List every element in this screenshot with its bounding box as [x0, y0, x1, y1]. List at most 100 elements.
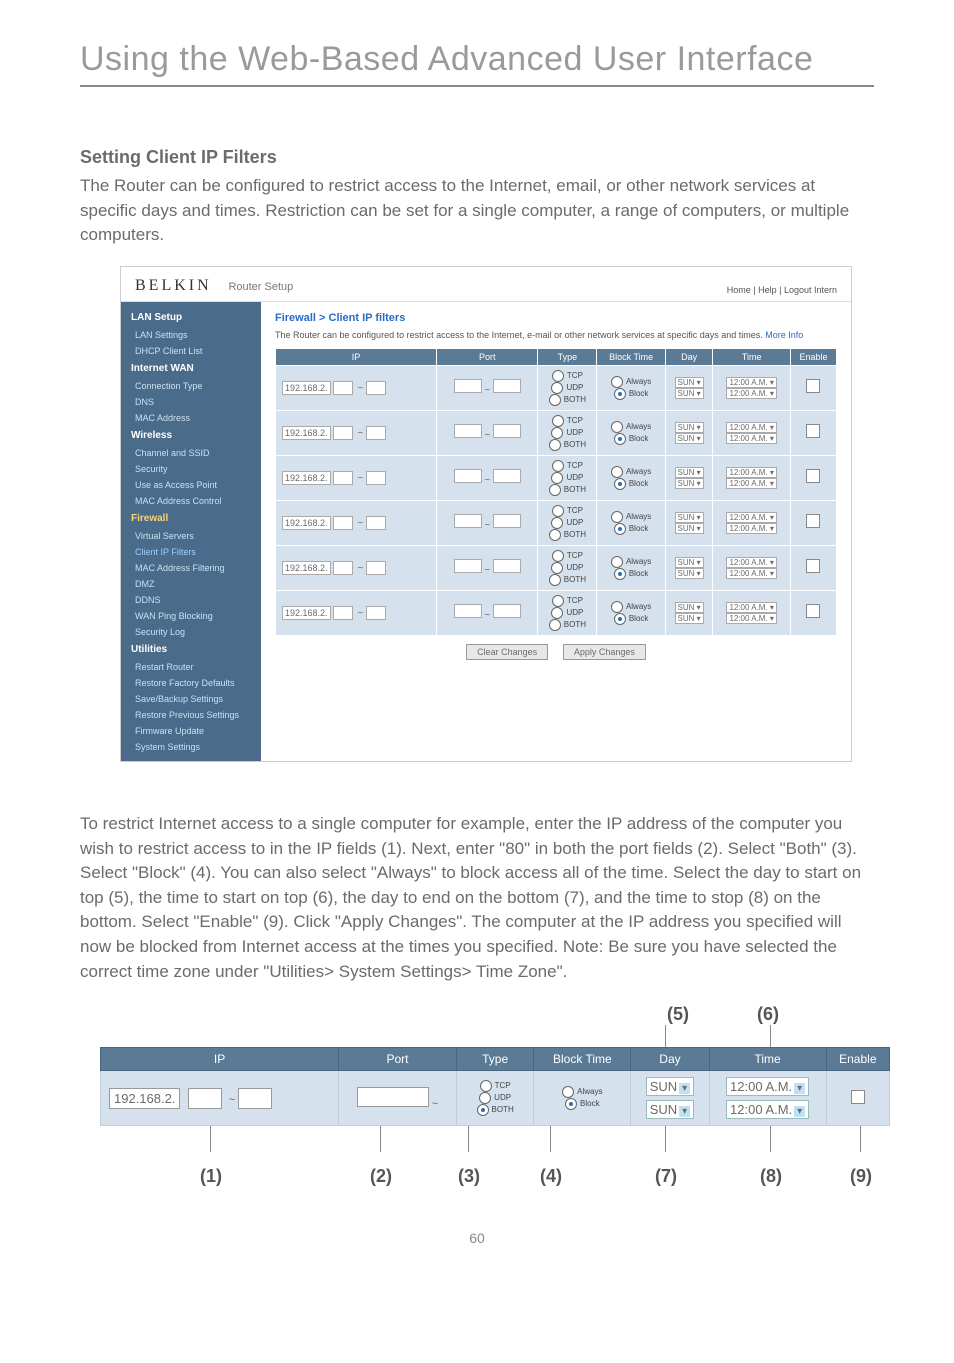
type-radio[interactable] [551, 382, 563, 394]
time-select[interactable]: 12:00 A.M. ▾ [726, 433, 776, 444]
time-select[interactable]: 12:00 A.M. ▾ [726, 557, 776, 568]
ip-input[interactable] [333, 516, 353, 530]
ip-input[interactable] [333, 381, 353, 395]
day-select[interactable]: SUN ▾ [675, 613, 704, 624]
type-radio[interactable] [551, 562, 563, 574]
sidebar-item[interactable]: DMZ [121, 576, 261, 592]
type-radio[interactable] [549, 484, 561, 496]
sidebar-item[interactable]: Client IP Filters [121, 544, 261, 560]
port-input[interactable] [454, 514, 482, 528]
port-input[interactable] [454, 379, 482, 393]
ip-input[interactable] [366, 471, 386, 485]
port-input[interactable] [454, 604, 482, 618]
time-select[interactable]: 12:00 A.M. ▾ [726, 523, 776, 534]
sidebar-item[interactable]: Use as Access Point [121, 477, 261, 493]
time-select[interactable]: 12:00 A.M. ▾ [726, 478, 776, 489]
block-radio[interactable] [614, 478, 626, 490]
port-input[interactable] [493, 379, 521, 393]
day-select[interactable]: SUN ▾ [675, 557, 704, 568]
port-input[interactable] [493, 559, 521, 573]
block-block-radio[interactable] [565, 1098, 577, 1110]
day-select[interactable]: SUN ▾ [675, 388, 704, 399]
day-select[interactable]: SUN ▾ [675, 433, 704, 444]
time-end-select[interactable]: 12:00 A.M.▾ [726, 1100, 809, 1119]
sidebar-item[interactable]: DHCP Client List [121, 343, 261, 359]
day-select[interactable]: SUN ▾ [675, 512, 704, 523]
sidebar-item[interactable]: DDNS [121, 592, 261, 608]
port-input[interactable] [493, 424, 521, 438]
type-radio[interactable] [549, 394, 561, 406]
type-radio[interactable] [551, 517, 563, 529]
enable-checkbox[interactable] [806, 379, 820, 393]
type-radio[interactable] [552, 595, 564, 607]
port-start-input[interactable] [357, 1087, 429, 1107]
ip-end-input[interactable] [238, 1088, 272, 1109]
enable-checkbox[interactable] [806, 559, 820, 573]
type-radio[interactable] [549, 619, 561, 631]
day-select[interactable]: SUN ▾ [675, 602, 704, 613]
sidebar-item[interactable]: MAC Address Filtering [121, 560, 261, 576]
ip-input[interactable] [333, 471, 353, 485]
type-radio[interactable] [549, 439, 561, 451]
clear-changes-button[interactable]: Clear Changes [466, 644, 548, 660]
type-radio[interactable] [551, 427, 563, 439]
type-radio[interactable] [552, 460, 564, 472]
day-select[interactable]: SUN ▾ [675, 422, 704, 433]
enable-checkbox[interactable] [806, 469, 820, 483]
type-radio[interactable] [552, 370, 564, 382]
time-select[interactable]: 12:00 A.M. ▾ [726, 467, 776, 478]
day-select[interactable]: SUN ▾ [675, 377, 704, 388]
sidebar-item[interactable]: Channel and SSID [121, 445, 261, 461]
type-radio[interactable] [552, 550, 564, 562]
type-udp-radio[interactable] [479, 1092, 491, 1104]
port-input[interactable] [493, 604, 521, 618]
day-select[interactable]: SUN ▾ [675, 568, 704, 579]
port-input[interactable] [454, 559, 482, 573]
sidebar-item[interactable]: Virtual Servers [121, 528, 261, 544]
port-input[interactable] [493, 469, 521, 483]
type-radio[interactable] [551, 607, 563, 619]
time-select[interactable]: 12:00 A.M. ▾ [726, 377, 776, 388]
type-radio[interactable] [552, 505, 564, 517]
block-radio[interactable] [611, 511, 623, 523]
ip-input[interactable] [366, 606, 386, 620]
sidebar-item[interactable]: MAC Address Control [121, 493, 261, 509]
sidebar-item[interactable]: DNS [121, 394, 261, 410]
block-radio[interactable] [614, 613, 626, 625]
sidebar-item[interactable]: System Settings [121, 739, 261, 755]
ip-input[interactable] [333, 426, 353, 440]
type-radio[interactable] [551, 472, 563, 484]
time-select[interactable]: 12:00 A.M. ▾ [726, 422, 776, 433]
block-radio[interactable] [611, 466, 623, 478]
block-radio[interactable] [611, 421, 623, 433]
block-radio[interactable] [614, 388, 626, 400]
block-radio[interactable] [611, 556, 623, 568]
day-end-select[interactable]: SUN▾ [646, 1100, 694, 1119]
time-select[interactable]: 12:00 A.M. ▾ [726, 512, 776, 523]
sidebar-item[interactable]: Restart Router [121, 659, 261, 675]
day-select[interactable]: SUN ▾ [675, 523, 704, 534]
block-radio[interactable] [611, 376, 623, 388]
ip-input[interactable] [333, 561, 353, 575]
type-radio[interactable] [549, 529, 561, 541]
sidebar-item[interactable]: Firmware Update [121, 723, 261, 739]
sidebar-item[interactable]: Security [121, 461, 261, 477]
sidebar-item[interactable]: WAN Ping Blocking [121, 608, 261, 624]
time-select[interactable]: 12:00 A.M. ▾ [726, 568, 776, 579]
day-start-select[interactable]: SUN▾ [646, 1077, 694, 1096]
port-input[interactable] [493, 514, 521, 528]
ip-input[interactable] [366, 426, 386, 440]
top-links[interactable]: Home | Help | Logout Intern [727, 285, 837, 295]
ip-input[interactable] [366, 561, 386, 575]
block-radio[interactable] [614, 433, 626, 445]
type-both-radio[interactable] [477, 1104, 489, 1116]
sidebar-item[interactable]: Save/Backup Settings [121, 691, 261, 707]
sidebar-item[interactable]: MAC Address [121, 410, 261, 426]
enable-checkbox[interactable] [806, 514, 820, 528]
block-radio[interactable] [614, 523, 626, 535]
sidebar-item[interactable]: Security Log [121, 624, 261, 640]
more-info-link[interactable]: More Info [765, 330, 803, 340]
sidebar-item[interactable]: Restore Previous Settings [121, 707, 261, 723]
sidebar-item[interactable]: LAN Settings [121, 327, 261, 343]
type-radio[interactable] [552, 415, 564, 427]
